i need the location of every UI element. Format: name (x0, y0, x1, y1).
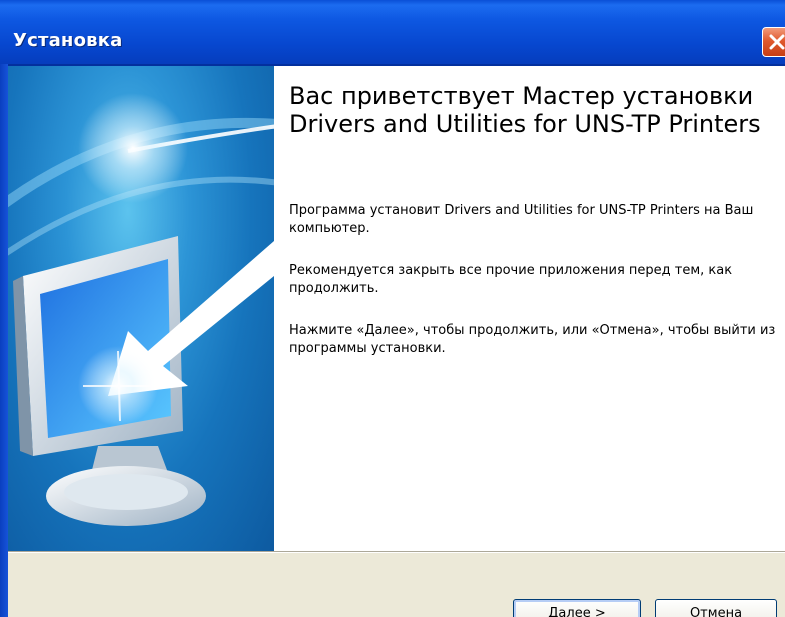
welcome-text-close-apps: Рекомендуется закрыть все прочие приложе… (289, 263, 733, 296)
wizard-banner (8, 66, 274, 551)
installer-window: Установка Вас приветствует Мастер устано… (0, 0, 785, 617)
cancel-button[interactable]: Отмена (655, 599, 777, 617)
next-button[interactable]: Далее > (513, 599, 641, 617)
window-title: Установка (13, 30, 123, 51)
title-bar[interactable]: Установка (0, 0, 785, 66)
close-button[interactable] (762, 27, 785, 57)
welcome-heading: Вас приветствует Мастер установки Driver… (289, 82, 761, 138)
window-frame-left (0, 64, 8, 617)
monitor-arrow-illustration (8, 93, 274, 526)
welcome-text-install: Программа установит Drivers and Utilitie… (289, 203, 754, 236)
wizard-content: Вас приветствует Мастер установки Driver… (274, 66, 785, 551)
welcome-text-instructions: Нажмите «Далее», чтобы продолжить, или «… (289, 323, 776, 356)
